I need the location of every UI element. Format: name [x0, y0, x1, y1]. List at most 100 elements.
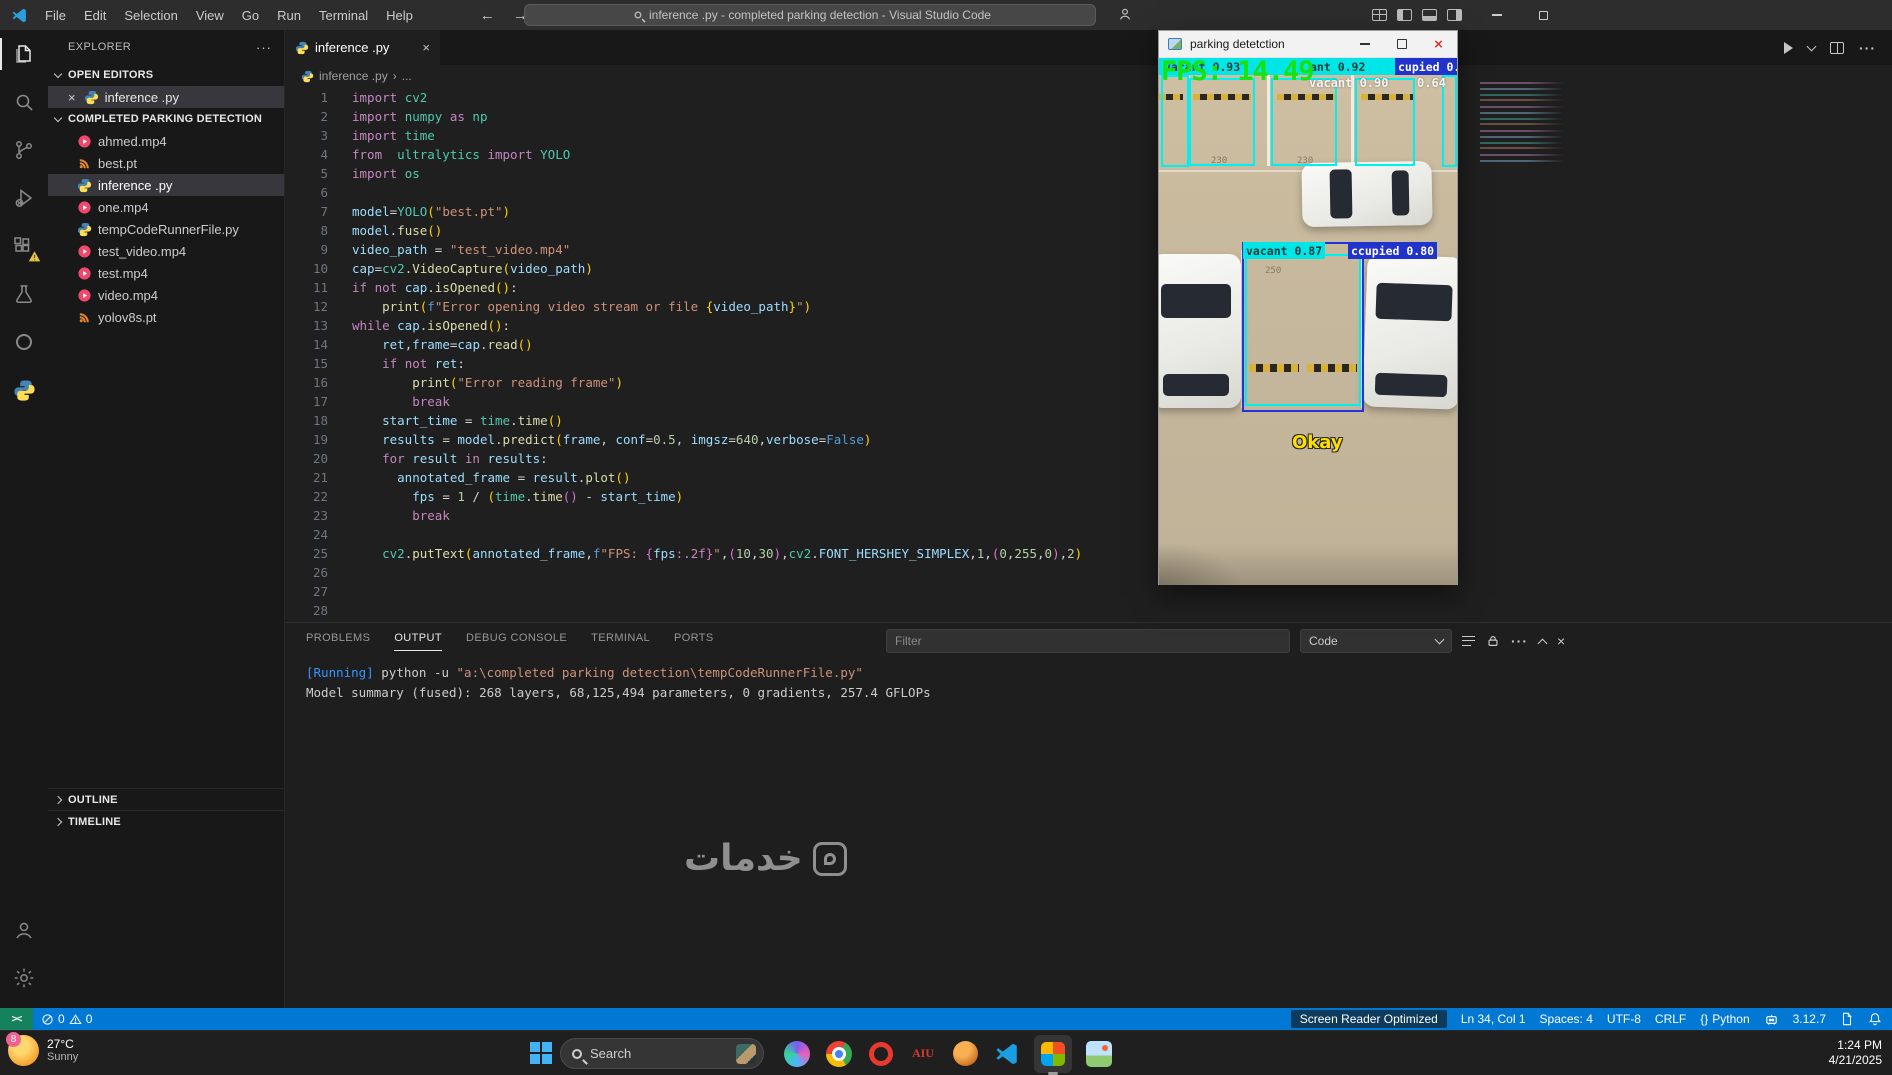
- panel-tab-terminal[interactable]: TERMINAL: [591, 626, 650, 650]
- back-icon[interactable]: ←: [480, 7, 495, 24]
- indentation-status[interactable]: Spaces: 4: [1540, 1012, 1593, 1026]
- code-line-13[interactable]: 13 while cap.isOpened():: [285, 316, 1892, 335]
- weather-widget[interactable]: 8 27°C Sunny: [6, 1032, 78, 1066]
- menu-go[interactable]: Go: [233, 0, 268, 30]
- app-icon-vscode[interactable]: [992, 1039, 1022, 1069]
- code-line-6[interactable]: 6: [285, 183, 1892, 202]
- activity-run-debug-icon[interactable]: [0, 174, 48, 222]
- clear-output-icon[interactable]: [1462, 636, 1475, 646]
- menu-edit[interactable]: Edit: [75, 0, 115, 30]
- language-status[interactable]: {} Python: [1700, 1012, 1749, 1026]
- code-line-21[interactable]: 21 annotated_frame = result.plot(): [285, 468, 1892, 487]
- close-icon[interactable]: ×: [68, 90, 76, 105]
- command-center-search[interactable]: inference .py - completed parking detect…: [524, 4, 1096, 26]
- app-icon-opera[interactable]: [866, 1039, 896, 1069]
- activity-testing-icon[interactable]: [0, 270, 48, 318]
- code-line-22[interactable]: 22 fps = 1 / (time.time() - start_time): [285, 487, 1892, 506]
- file-item-tempcoderunnerfile-py[interactable]: tempCodeRunnerFile.py: [48, 218, 284, 240]
- app-icon-ball[interactable]: [950, 1039, 980, 1069]
- app-icon-chrome[interactable]: [824, 1039, 854, 1069]
- minimap[interactable]: [1480, 82, 1568, 166]
- code-area[interactable]: 1 import cv2 2 import numpy as np 3 import ti…: [285, 88, 1892, 622]
- code-line-14[interactable]: 14 ret,frame=cap.read(): [285, 335, 1892, 354]
- code-line-26[interactable]: 26: [285, 563, 1892, 582]
- screen-reader-status[interactable]: Screen Reader Optimized: [1290, 1010, 1447, 1028]
- panel-tab-output[interactable]: OUTPUT: [394, 626, 442, 651]
- code-line-7[interactable]: 7 model=YOLO("best.pt"): [285, 202, 1892, 221]
- output-channel-dropdown[interactable]: Code: [1300, 629, 1452, 653]
- code-line-27[interactable]: 27: [285, 582, 1892, 601]
- code-line-15[interactable]: 15 if not ret:: [285, 354, 1892, 373]
- activity-account-icon[interactable]: [0, 906, 48, 954]
- floatwin-maximize-button[interactable]: [1383, 31, 1420, 57]
- floatwin-titlebar[interactable]: parking detetction ×: [1159, 31, 1457, 58]
- menu-selection[interactable]: Selection: [115, 0, 186, 30]
- tab-close-icon[interactable]: ×: [422, 40, 430, 55]
- encoding-status[interactable]: UTF-8: [1607, 1012, 1641, 1026]
- code-line-9[interactable]: 9 video_path = "test_video.mp4": [285, 240, 1892, 259]
- menu-terminal[interactable]: Terminal: [310, 0, 377, 30]
- code-line-17[interactable]: 17 break: [285, 392, 1892, 411]
- account-sync-icon[interactable]: [1116, 5, 1134, 28]
- app-icon-designer[interactable]: [782, 1039, 812, 1069]
- close-panel-icon[interactable]: ×: [1557, 633, 1565, 649]
- lock-scroll-icon[interactable]: [1486, 634, 1500, 648]
- code-line-11[interactable]: 11 if not cap.isOpened():: [285, 278, 1892, 297]
- code-line-3[interactable]: 3 import time: [285, 126, 1892, 145]
- app-icon-photos-active[interactable]: [1034, 1034, 1072, 1073]
- app-icon-aiu[interactable]: AIU: [908, 1039, 938, 1069]
- code-line-2[interactable]: 2 import numpy as np: [285, 107, 1892, 126]
- panel-tab-ports[interactable]: PORTS: [674, 626, 714, 650]
- file-item-best-pt[interactable]: best.pt: [48, 152, 284, 174]
- folder-section-header[interactable]: COMPLETED PARKING DETECTION: [48, 108, 284, 130]
- activity-extensions-icon[interactable]: [0, 222, 48, 270]
- code-line-19[interactable]: 19 results = model.predict(frame, conf=0…: [285, 430, 1892, 449]
- maximize-panel-icon[interactable]: [1537, 638, 1548, 648]
- explorer-more-icon[interactable]: ···: [256, 40, 272, 55]
- file-item-ahmed-mp4[interactable]: ahmed.mp4: [48, 130, 284, 152]
- breadcrumb[interactable]: inference .py › ...: [285, 65, 1892, 87]
- file-item-test-video-mp4[interactable]: test_video.mp4: [48, 240, 284, 262]
- file-icon[interactable]: [1840, 1012, 1854, 1026]
- code-line-8[interactable]: 8 model.fuse(): [285, 221, 1892, 240]
- remote-indicator[interactable]: ><: [0, 1008, 33, 1030]
- start-button[interactable]: [530, 1042, 552, 1064]
- activity-search-icon[interactable]: [0, 78, 48, 126]
- file-item-inference-py[interactable]: inference .py: [48, 174, 284, 196]
- timeline-section[interactable]: TIMELINE: [48, 810, 284, 832]
- eol-status[interactable]: CRLF: [1655, 1012, 1686, 1026]
- maximize-button[interactable]: [1520, 0, 1566, 30]
- panel-tab-debug-console[interactable]: DEBUG CONSOLE: [466, 626, 567, 650]
- open-editor-item[interactable]: × inference .py: [48, 86, 284, 108]
- code-line-18[interactable]: 18 start_time = time.time(): [285, 411, 1892, 430]
- app-icon-gallery[interactable]: [1084, 1039, 1114, 1069]
- menu-file[interactable]: File: [36, 0, 75, 30]
- floatwin-close-button[interactable]: ×: [1420, 31, 1457, 57]
- activity-source-control-icon[interactable]: [0, 126, 48, 174]
- cursor-position[interactable]: Ln 34, Col 1: [1461, 1012, 1526, 1026]
- tab-inference-py[interactable]: inference .py ×: [285, 30, 440, 65]
- activity-explorer-icon[interactable]: [0, 30, 48, 78]
- file-item-test-mp4[interactable]: test.mp4: [48, 262, 284, 284]
- code-line-5[interactable]: 5 import os: [285, 164, 1892, 183]
- toggle-sidebar-icon[interactable]: [1397, 9, 1412, 21]
- bell-icon[interactable]: [1868, 1012, 1882, 1026]
- copilot-icon[interactable]: [1764, 1012, 1779, 1027]
- run-python-file-icon[interactable]: [1784, 41, 1793, 54]
- filter-input[interactable]: [886, 629, 1290, 653]
- toggle-panel-icon[interactable]: [1422, 9, 1437, 21]
- output-console[interactable]: [Running] python -u "a:\completed parkin…: [306, 663, 1872, 703]
- taskbar-clock[interactable]: 1:24 PM 4/21/2025: [1829, 1038, 1882, 1068]
- minimize-button[interactable]: [1474, 0, 1520, 30]
- code-line-10[interactable]: 10 cap=cv2.VideoCapture(video_path): [285, 259, 1892, 278]
- code-line-23[interactable]: 23 break: [285, 506, 1892, 525]
- activity-ring-icon[interactable]: [0, 318, 48, 366]
- file-item-video-mp4[interactable]: video.mp4: [48, 284, 284, 306]
- toggle-secondary-sidebar-icon[interactable]: [1447, 9, 1462, 21]
- open-editors-section[interactable]: OPEN EDITORS: [48, 64, 284, 86]
- python-version-status[interactable]: 3.12.7: [1793, 1012, 1826, 1026]
- code-line-1[interactable]: 1 import cv2: [285, 88, 1892, 107]
- code-line-24[interactable]: 24: [285, 525, 1892, 544]
- more-actions-icon[interactable]: ···: [1859, 40, 1876, 56]
- code-line-12[interactable]: 12 print(f"Error opening video stream or…: [285, 297, 1892, 316]
